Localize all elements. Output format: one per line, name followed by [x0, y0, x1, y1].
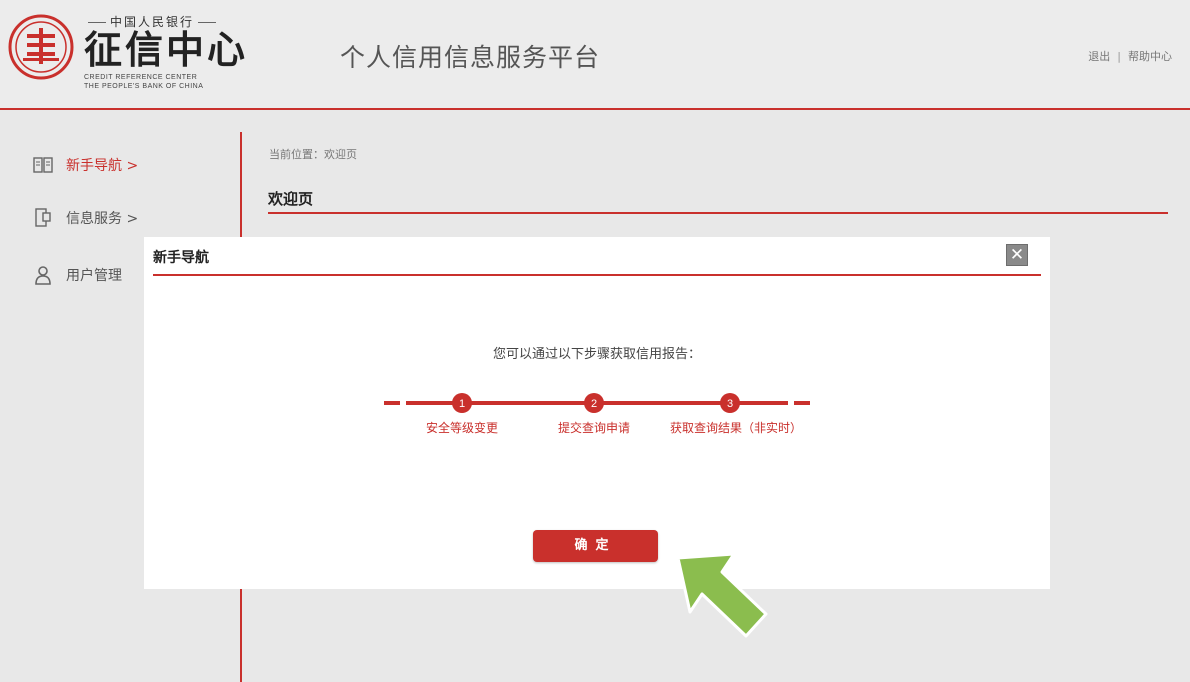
logo-english-line-2: THE PEOPLE'S BANK OF CHINA — [84, 83, 204, 90]
dialog-title: 新手导航 — [153, 250, 209, 266]
step-number: 1 — [459, 398, 465, 410]
sidebar-item-label: 信息服务 > — [66, 211, 139, 227]
sidebar-item-label: 新手导航 > — [66, 158, 139, 174]
steps-progress-track: 1 2 3 — [384, 393, 810, 413]
top-links: 退出 | 帮助中心 — [1088, 48, 1172, 64]
logout-link[interactable]: 退出 — [1088, 50, 1110, 63]
sidebar-item-label: 用户管理 — [66, 268, 122, 284]
step-1-marker: 1 — [452, 393, 472, 413]
platform-title: 个人信用信息服务平台 — [340, 43, 601, 72]
step-1-label: 安全等级变更 — [425, 421, 499, 435]
breadcrumb: 当前位置：欢迎页 — [269, 148, 357, 161]
step-3-label: 获取查询结果（非实时） — [669, 421, 803, 435]
step-3-marker: 3 — [720, 393, 740, 413]
user-icon — [33, 265, 53, 285]
logo-english-name: CREDIT REFERENCE CENTER THE PEOPLE'S BAN… — [84, 73, 203, 91]
pointer-arrow-icon — [676, 552, 768, 638]
book-icon — [33, 155, 53, 175]
sidebar-item-beginner-guide[interactable]: 新手导航 > — [33, 153, 138, 177]
beginner-guide-dialog: 新手导航 ✕ 您可以通过以下步骤获取信用报告： 1 2 3 安全等级变更 提交查… — [144, 237, 1050, 589]
credit-center-logo-emblem — [8, 14, 74, 80]
step-2-marker: 2 — [584, 393, 604, 413]
page-title-divider — [268, 212, 1168, 214]
dialog-intro-text: 您可以通过以下步骤获取信用报告： — [492, 347, 701, 362]
page: 中国人民银行 征信中心 CREDIT REFERENCE CENTER THE … — [0, 0, 1190, 682]
help-center-link[interactable]: 帮助中心 — [1128, 50, 1172, 63]
close-icon[interactable]: ✕ — [1006, 244, 1028, 266]
document-icon — [33, 208, 53, 228]
step-2-label: 提交查询申请 — [557, 421, 631, 435]
page-title: 欢迎页 — [268, 190, 314, 208]
sidebar-item-user-management[interactable]: 用户管理 — [33, 263, 122, 287]
logo-wordmark: 征信中心 — [84, 27, 249, 72]
step-number: 2 — [591, 398, 597, 410]
dialog-title-divider — [153, 274, 1041, 276]
sidebar-item-info-service[interactable]: 信息服务 > — [33, 206, 138, 230]
header: 中国人民银行 征信中心 CREDIT REFERENCE CENTER THE … — [0, 0, 1190, 110]
confirm-button[interactable]: 确定 — [533, 530, 658, 562]
link-separator: | — [1117, 50, 1121, 63]
logo-english-line-1: CREDIT REFERENCE CENTER — [84, 74, 198, 81]
step-number: 3 — [727, 398, 733, 410]
